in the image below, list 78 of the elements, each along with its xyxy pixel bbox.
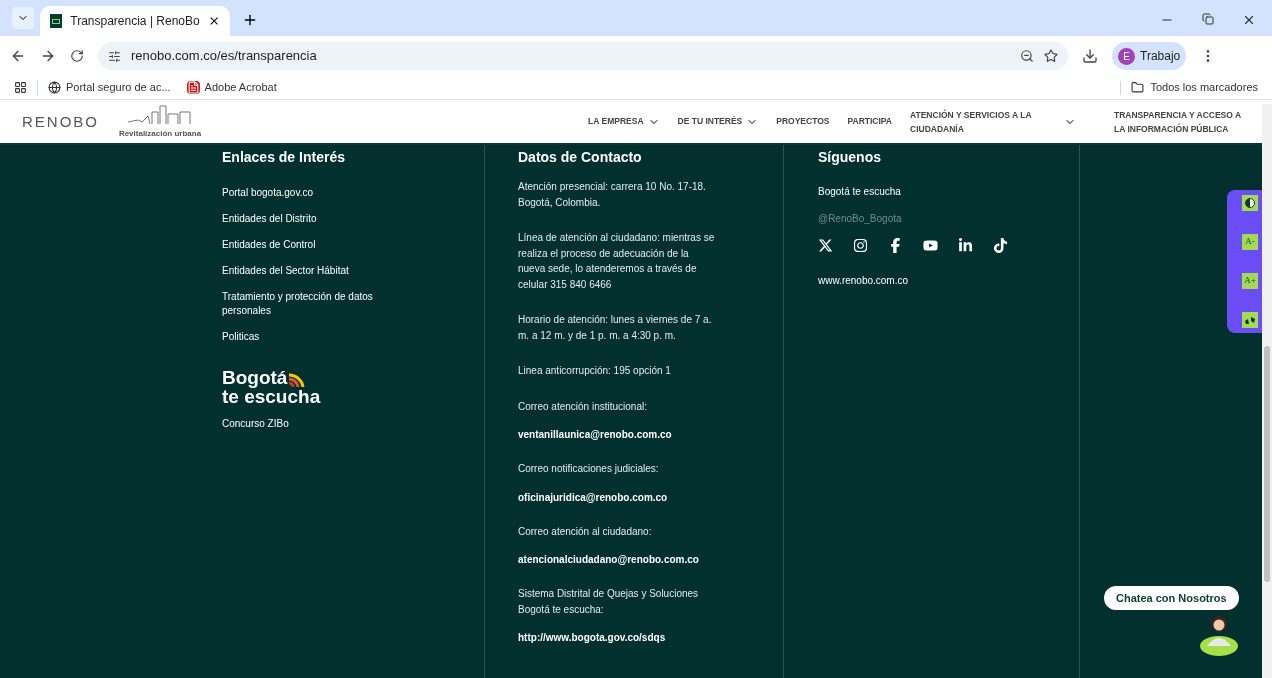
social-text: Bogotá te escucha [818, 185, 902, 199]
tab-list-button[interactable] [12, 7, 34, 29]
contact-label: Correo atención institucional: [518, 399, 648, 414]
nav-item[interactable]: ATENCIÓN Y SERVICIOS A LA CIUDADANÍA [910, 107, 1048, 136]
hands-icon [1244, 315, 1256, 325]
contact-text: Linea anticorrupción: 195 opción 1 [518, 364, 672, 378]
bookmark-label: Portal seguro de ac... [66, 80, 171, 96]
contact-link[interactable]: ventanillaunica@renobo.com.co [518, 427, 718, 442]
contact-text: Línea de atención al ciudadano: mientras se realiza el proceso de adecuación de la nueva sede, lo atenderemos a través de celular 315 840 6466 [518, 231, 716, 292]
contrast-icon [1245, 198, 1255, 208]
text-size-button[interactable]: A+ [1242, 273, 1258, 289]
folder-icon [1131, 81, 1145, 94]
nav-item[interactable]: PARTICIPA [847, 115, 892, 128]
contrast-button[interactable] [1242, 195, 1258, 211]
youtube-icon[interactable] [923, 238, 938, 253]
logo-text: Bogotá [222, 368, 288, 387]
reload-icon[interactable] [70, 49, 84, 63]
social-handle: @RenoBo_Bogota [818, 212, 903, 226]
nav-item[interactable]: DE TU INTERÉS [677, 115, 743, 128]
bogota-te-escucha-logo[interactable]: Bogotá te escucha [222, 368, 332, 406]
website-link[interactable]: www.renobo.com.co [818, 273, 1079, 288]
site-logo[interactable]: RENOBO [22, 112, 99, 130]
footer-link[interactable]: Entidades del Sector Hábitat [222, 264, 412, 278]
contact-link[interactable]: atencionalciudadano@renobo.com.co [518, 552, 718, 567]
section-title: Enlaces de Interés [222, 148, 346, 167]
chat-button[interactable]: Chatea con Nosotros [1104, 586, 1239, 610]
pdf-icon [186, 81, 200, 94]
footer-link[interactable]: Portal bogota.gov.co [222, 186, 412, 200]
restore-icon[interactable] [1202, 13, 1214, 25]
footer-link[interactable]: Tratamiento y protección de datos personales [222, 290, 412, 318]
favicon-icon [50, 14, 63, 28]
star-icon[interactable] [1044, 49, 1058, 63]
footer-link[interactable]: Entidades de Control [222, 238, 412, 252]
apps-icon[interactable] [14, 81, 27, 94]
contact-label: Correo atención al ciudadano: [518, 524, 653, 539]
address-bar[interactable]: renobo.com.co/es/transparencia [98, 42, 1068, 70]
globe-icon [48, 81, 61, 94]
zoom-icon[interactable] [1020, 49, 1034, 63]
logo-text: te escucha [222, 387, 322, 406]
sign-language-button[interactable] [1242, 312, 1258, 328]
contact-text: Horario de atención: lunes a viernes de 7 a. m. a 12 m. y de 1 p. m. a 4:30 p. m. [518, 313, 713, 343]
bookmark-item[interactable]: Adobe Acrobat [186, 79, 277, 96]
bookmark-item[interactable]: Portal seguro de ac... [48, 79, 171, 96]
footer-link[interactable]: Entidades del Distrito [222, 212, 412, 226]
url-text: renobo.com.co/es/transparencia [131, 47, 318, 66]
profile-button[interactable]: E Trabajo [1112, 42, 1187, 70]
back-icon[interactable] [10, 48, 26, 64]
forward-icon[interactable] [40, 48, 56, 64]
tiktok-icon[interactable] [993, 238, 1008, 253]
profile-label: Trabajo [1140, 48, 1181, 65]
contact-text: Atención presencial: carrera 10 No. 17-18. Bogotá, Colombia. [518, 180, 707, 210]
footer-link[interactable]: Concurso ZIBo [222, 416, 484, 431]
browser-tab[interactable]: Transparencia | RenoBo [40, 6, 230, 36]
instagram-icon[interactable] [853, 238, 868, 253]
logo-caption: Revitalización urbana [118, 127, 202, 140]
linkedin-icon[interactable] [958, 238, 973, 253]
tab-title: Transparencia | RenoBo [70, 13, 200, 30]
facebook-icon[interactable] [888, 238, 903, 253]
section-title: Datos de Contacto [518, 148, 643, 167]
new-tab-icon[interactable] [242, 12, 258, 28]
download-icon[interactable] [1082, 48, 1098, 64]
all-bookmarks-label: Todos los marcadores [1150, 80, 1258, 96]
avatar-initial: E [1118, 47, 1135, 65]
close-window-icon[interactable] [1242, 13, 1256, 27]
site-info-icon [108, 49, 121, 63]
contact-link[interactable]: oficinajuridica@renobo.com.co [518, 489, 718, 505]
all-bookmarks[interactable]: Todos los marcadores [1131, 79, 1258, 96]
contact-label: Sistema Distrital de Quejas y Soluciones Bogotá te escucha: [518, 587, 700, 617]
nav-item[interactable]: TRANSPARENCIA Y ACCESO A LA INFORMACIÓN PÚBLICA [1114, 107, 1252, 136]
nav-item[interactable]: LA EMPRESA [588, 115, 644, 128]
contact-link[interactable]: http://www.bogota.gov.co/sdqs [518, 630, 718, 645]
footer-link[interactable]: Politicas [222, 330, 412, 344]
x-logo-icon[interactable] [818, 238, 833, 253]
bookmark-label: Adobe Acrobat [204, 80, 277, 96]
text-size-button[interactable]: A- [1242, 234, 1258, 250]
nav-item[interactable]: PROYECTOS [776, 115, 830, 128]
section-title: Síguenos [818, 148, 882, 167]
contact-label: Correo notificaciones judiciales: [518, 462, 660, 476]
